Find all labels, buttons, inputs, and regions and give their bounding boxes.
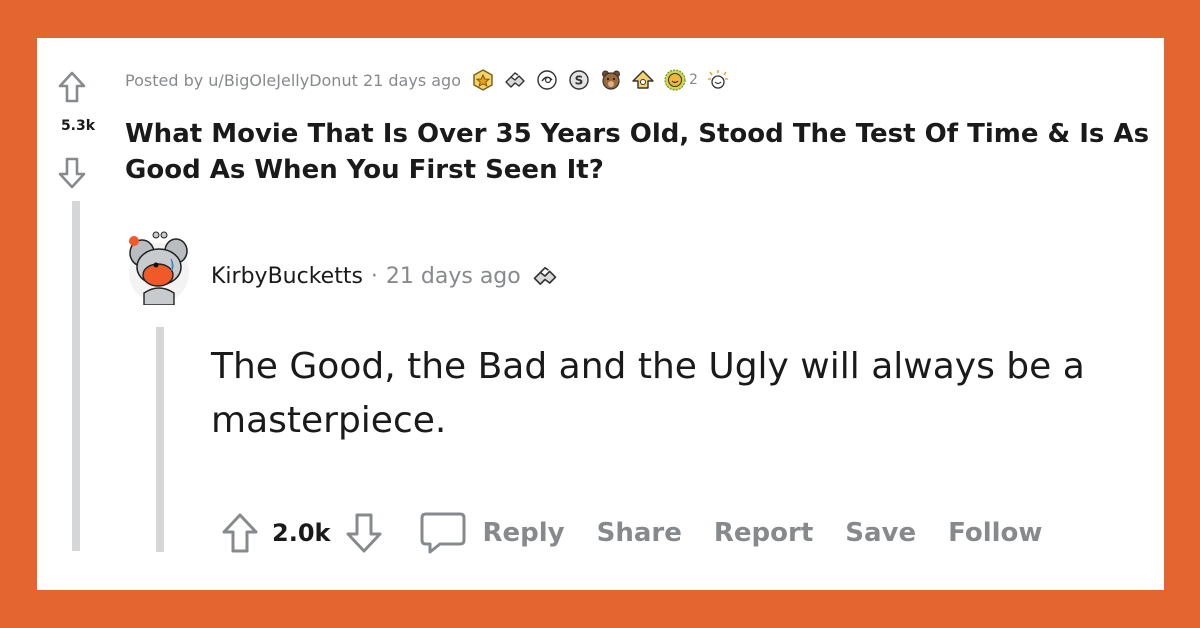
post-score: 5.3k [60,118,96,134]
comment-meta: KirbyBucketts · 21 days ago [211,262,559,290]
comment-bubble-icon [420,512,466,554]
post-title[interactable]: What Movie That Is Over 35 Years Old, St… [125,116,1155,188]
save-action[interactable]: Save [845,518,916,548]
svg-text:S: S [575,74,584,88]
meta-separator: · [370,263,378,289]
gold-award-icon [473,69,493,91]
comment-downvote-button[interactable] [344,511,384,555]
comment-score: 2.0k [272,519,331,547]
share-action[interactable]: Share [597,518,682,548]
downvote-icon[interactable] [58,156,86,190]
post-meta: Posted by u/BigOleJellyDonut 21 days ago… [125,67,730,93]
award-count: 2 [689,72,698,88]
helpful-award-icon [632,70,654,89]
post-time: 21 days ago [362,70,461,90]
comment-upvote-button[interactable] [220,511,260,555]
wholesome-award-icon [533,266,557,285]
comment-thread-line-collapse[interactable] [156,327,164,552]
reply-button[interactable] [418,510,468,556]
comment-time: 21 days ago [385,263,521,289]
reply-action[interactable]: Reply [482,518,564,548]
reddit-card: 5.3k Posted by u/BigOleJellyDonut 21 day… [37,38,1164,590]
post-author-link[interactable]: u/BigOleJellyDonut [208,71,358,90]
awards-bar[interactable]: S 2 [471,68,730,92]
comment-author-link[interactable]: KirbyBucketts [211,264,363,289]
bear-award-icon [602,70,620,90]
comment-actions: 2.0k Reply Share Report Save Follow [220,509,1074,557]
silver-award-icon [537,70,557,90]
wholesome-award-icon [505,72,525,88]
sun-award-icon [664,69,686,91]
party-award-icon [707,70,728,89]
report-action[interactable]: Report [714,518,813,548]
s-award-icon: S [569,70,589,90]
follow-action[interactable]: Follow [948,518,1042,548]
upvote-icon[interactable] [58,70,86,104]
upvote-icon [222,513,258,553]
thread-line-collapse[interactable] [72,201,80,551]
downvote-icon [346,513,382,553]
user-avatar[interactable] [126,227,192,305]
comment-body: The Good, the Bad and the Ugly will alwa… [211,346,1085,441]
posted-by-label: Posted by [125,70,204,90]
